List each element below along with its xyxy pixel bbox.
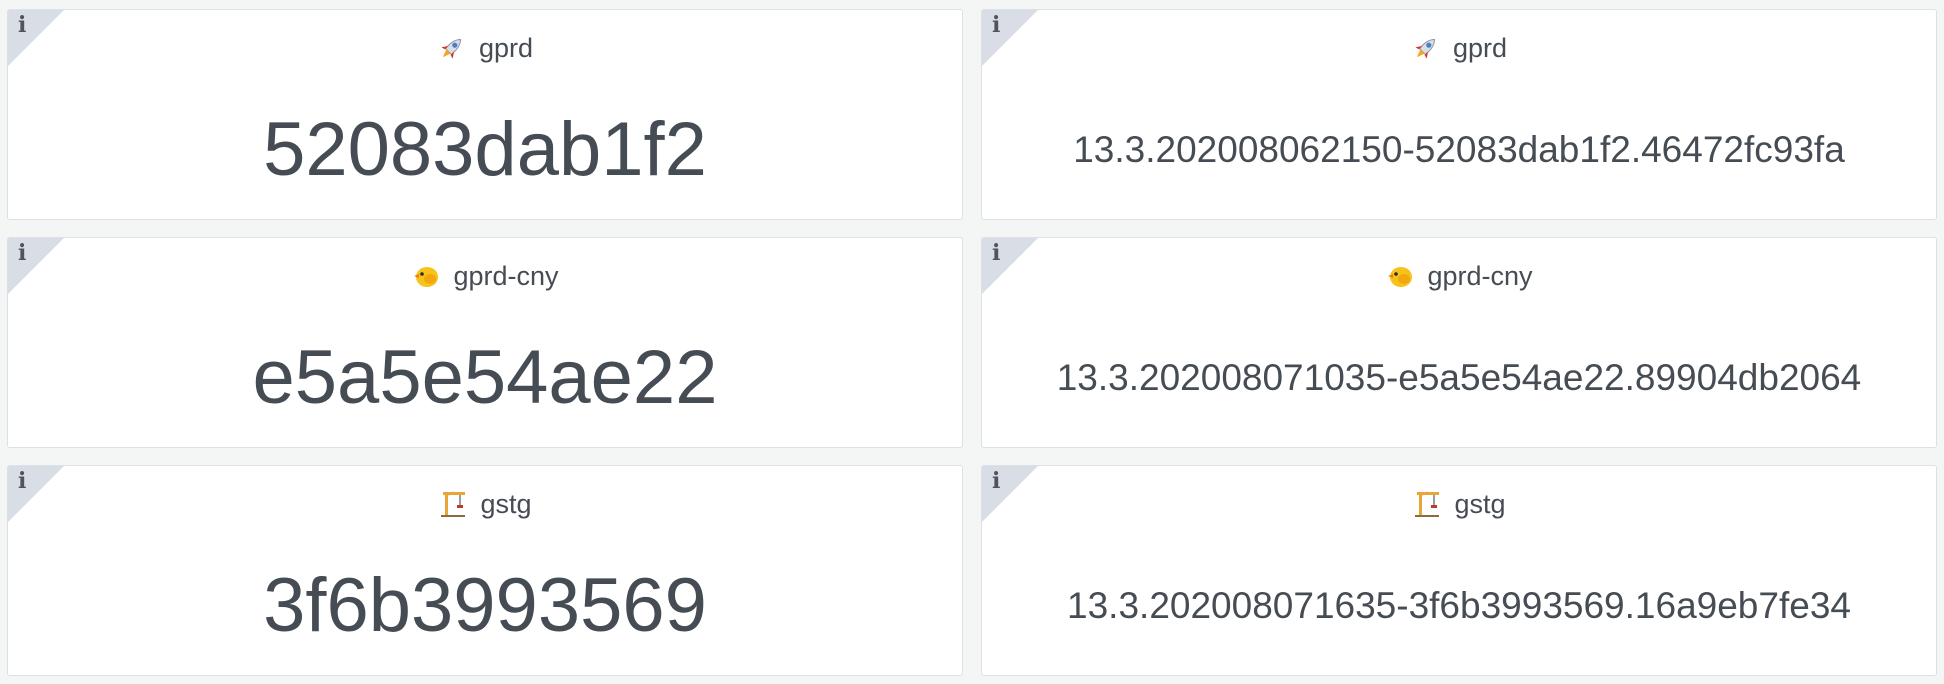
panel-title: gprd-cny xyxy=(982,258,1936,294)
panel-title-label: gstg xyxy=(480,488,532,519)
chick-icon xyxy=(411,261,441,291)
panel-gstg-revision: i gstg 3f6b3993569 xyxy=(7,465,963,676)
panel-title-label: gprd xyxy=(1452,32,1508,63)
dashboard-grid: i gprd 52083dab1f2 i gprd 13.3.202008062… xyxy=(0,0,1944,684)
panel-gprd-cny-version: i gprd-cny 13.3.202008071035-e5a5e54ae22… xyxy=(981,237,1937,448)
panel-value: 52083dab1f2 xyxy=(263,107,707,192)
panel-title-label: gprd-cny xyxy=(453,260,559,291)
construction-crane-icon xyxy=(438,489,468,519)
panel-title: gprd xyxy=(8,30,962,66)
panel-gstg-version: i gstg 13.3.202008071635-3f6b3993569.16a… xyxy=(981,465,1937,676)
panel-gprd-revision: i gprd 52083dab1f2 xyxy=(7,9,963,220)
panel-title-label: gprd-cny xyxy=(1427,260,1533,291)
panel-value: 3f6b3993569 xyxy=(263,563,707,648)
chick-icon xyxy=(1385,261,1415,291)
panel-value: e5a5e54ae22 xyxy=(252,335,718,420)
panel-value: 13.3.202008062150-52083dab1f2.46472fc93f… xyxy=(1073,129,1845,170)
panel-title: gprd-cny xyxy=(8,258,962,294)
rocket-icon xyxy=(1411,33,1441,63)
panel-title: gstg xyxy=(8,486,962,522)
panel-value: 13.3.202008071035-e5a5e54ae22.89904db206… xyxy=(1056,357,1862,398)
panel-gprd-cny-revision: i gprd-cny e5a5e54ae22 xyxy=(7,237,963,448)
panel-gprd-version: i gprd 13.3.202008062150-52083dab1f2.464… xyxy=(981,9,1937,220)
panel-title-label: gprd xyxy=(478,32,534,63)
panel-title: gstg xyxy=(982,486,1936,522)
construction-crane-icon xyxy=(1412,489,1442,519)
panel-value: 13.3.202008071635-3f6b3993569.16a9eb7fe3… xyxy=(1067,585,1851,626)
panel-title-label: gstg xyxy=(1454,488,1506,519)
rocket-icon xyxy=(437,33,467,63)
panel-title: gprd xyxy=(982,30,1936,66)
